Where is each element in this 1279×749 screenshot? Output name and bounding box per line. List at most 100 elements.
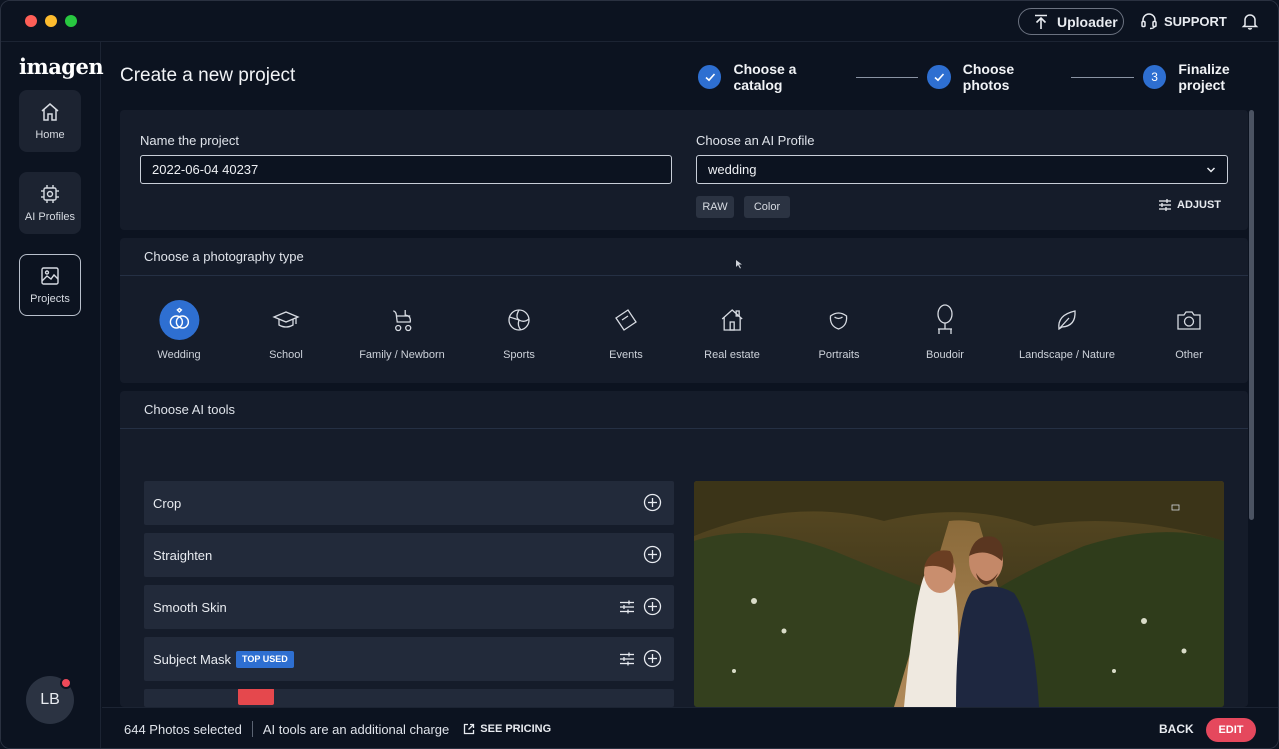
tool-row-subject-mask[interactable]: Subject Mask TOP USED bbox=[144, 637, 674, 681]
tool-label: Subject Mask bbox=[153, 651, 232, 667]
support-button[interactable]: SUPPORT bbox=[1140, 9, 1227, 33]
photography-type-panel: Choose a photography type Wedding School… bbox=[120, 238, 1248, 383]
bottom-bar: 644 Photos selected AI tools are an addi… bbox=[102, 707, 1278, 748]
type-school[interactable]: School bbox=[266, 300, 306, 361]
add-circle-icon[interactable] bbox=[643, 493, 662, 512]
adjust-button[interactable]: ADJUST bbox=[1158, 198, 1221, 212]
tool-row-straighten[interactable]: Straighten bbox=[144, 533, 674, 577]
check-icon bbox=[698, 65, 722, 89]
ticket-icon bbox=[606, 300, 646, 340]
uploader-label: Uploader bbox=[1057, 13, 1118, 30]
notification-dot bbox=[60, 677, 72, 689]
tool-label: Crop bbox=[153, 495, 182, 511]
type-label: Boudoir bbox=[926, 349, 964, 361]
title-bar: Uploader SUPPORT bbox=[1, 1, 1278, 42]
type-sports[interactable]: Sports bbox=[499, 300, 539, 361]
type-label: Family / Newborn bbox=[359, 349, 445, 361]
type-family-newborn[interactable]: Family / Newborn bbox=[359, 300, 445, 361]
progress-stepper: Choose a catalog Choose photos 3 Finaliz… bbox=[698, 61, 1278, 93]
sidebar-item-label: AI Profiles bbox=[24, 211, 76, 223]
sliders-icon bbox=[1159, 199, 1171, 211]
stroller-icon bbox=[382, 300, 422, 340]
add-circle-icon[interactable] bbox=[643, 649, 662, 668]
app-window: Uploader SUPPORT imagen Home AI Profiles… bbox=[0, 0, 1279, 749]
divider bbox=[251, 721, 253, 737]
chevron-down-icon bbox=[1206, 167, 1216, 173]
mouse-cursor-icon bbox=[736, 260, 742, 269]
add-circle-icon[interactable] bbox=[643, 597, 662, 616]
rings-icon bbox=[159, 300, 199, 340]
step-connector bbox=[855, 76, 919, 78]
ai-profile-label: Choose an AI Profile bbox=[696, 133, 815, 148]
sidebar-item-label: Projects bbox=[30, 293, 70, 305]
photos-selected-count: 644 Photos selected bbox=[124, 721, 242, 737]
ai-tools-header: Choose AI tools bbox=[120, 391, 1248, 429]
sidebar-item-label: Home bbox=[35, 129, 65, 141]
charge-note: AI tools are an additional charge bbox=[262, 721, 450, 737]
see-pricing-link[interactable]: SEE PRICING bbox=[463, 723, 551, 735]
photography-type-header: Choose a photography type bbox=[120, 238, 1248, 276]
upload-icon bbox=[1035, 14, 1047, 29]
tool-label: Smooth Skin bbox=[153, 599, 227, 615]
scrollbar[interactable] bbox=[1249, 110, 1254, 520]
sidebar-item-home[interactable]: Home bbox=[19, 90, 81, 152]
type-boudoir[interactable]: Boudoir bbox=[925, 300, 965, 361]
close-window-button[interactable] bbox=[25, 15, 37, 27]
tool-badge bbox=[238, 689, 274, 705]
project-name-label: Name the project bbox=[140, 133, 239, 148]
check-icon bbox=[927, 65, 951, 89]
ai-profile-value: wedding bbox=[708, 162, 757, 177]
step-label: Finalize project bbox=[1178, 61, 1230, 93]
type-label: Wedding bbox=[157, 349, 201, 361]
tool-label: Straighten bbox=[153, 547, 213, 563]
type-label: Portraits bbox=[818, 349, 860, 361]
support-label: SUPPORT bbox=[1164, 13, 1227, 29]
mirror-icon bbox=[925, 300, 965, 340]
type-portraits[interactable]: Portraits bbox=[818, 300, 860, 361]
ai-tools-panel: Choose AI tools Crop Straighten Smooth S… bbox=[120, 391, 1248, 707]
sidebar-item-projects[interactable]: Projects bbox=[19, 254, 81, 316]
preview-image bbox=[694, 481, 1224, 707]
external-link-icon bbox=[464, 723, 475, 735]
headset-icon bbox=[1141, 13, 1157, 30]
tool-row-partial[interactable] bbox=[144, 689, 674, 707]
leaf-icon bbox=[1047, 300, 1087, 340]
house-icon bbox=[712, 300, 752, 340]
raw-chip: RAW bbox=[696, 196, 734, 218]
project-settings-panel: Name the project 2022-06-04 40237 Choose… bbox=[120, 110, 1248, 230]
type-real-estate[interactable]: Real estate bbox=[704, 300, 760, 361]
page-title: Create a new project bbox=[120, 65, 296, 86]
type-label: Events bbox=[609, 349, 643, 361]
step-label: Choose a catalog bbox=[733, 61, 797, 93]
step-number: 3 bbox=[1142, 65, 1167, 89]
camera-icon bbox=[1169, 300, 1209, 340]
back-button[interactable]: BACK bbox=[1159, 722, 1194, 736]
type-wedding[interactable]: Wedding bbox=[157, 300, 201, 361]
minimize-window-button[interactable] bbox=[45, 15, 57, 27]
type-events[interactable]: Events bbox=[606, 300, 646, 361]
portrait-icon bbox=[819, 300, 859, 340]
type-label: Real estate bbox=[704, 349, 760, 361]
sliders-icon[interactable] bbox=[619, 651, 635, 667]
bell-icon[interactable] bbox=[1241, 12, 1259, 30]
tool-row-crop[interactable]: Crop bbox=[144, 481, 674, 525]
ai-chip-icon bbox=[41, 185, 59, 203]
top-used-badge: TOP USED bbox=[236, 650, 294, 668]
projects-icon bbox=[41, 267, 59, 285]
add-circle-icon[interactable] bbox=[643, 545, 662, 564]
type-label: Landscape / Nature bbox=[1018, 349, 1116, 361]
project-name-input[interactable]: 2022-06-04 40237 bbox=[140, 155, 672, 184]
step-label: Choose photos bbox=[962, 61, 1015, 93]
type-label: School bbox=[269, 349, 303, 361]
ai-profile-select[interactable]: wedding bbox=[696, 155, 1228, 184]
see-pricing-label: SEE PRICING bbox=[480, 723, 552, 735]
sidebar-item-ai-profiles[interactable]: AI Profiles bbox=[19, 172, 81, 234]
edit-button[interactable]: EDIT bbox=[1206, 718, 1256, 742]
uploader-button[interactable]: Uploader bbox=[1018, 8, 1124, 35]
maximize-window-button[interactable] bbox=[65, 15, 77, 27]
tool-row-smooth-skin[interactable]: Smooth Skin bbox=[144, 585, 674, 629]
sliders-icon[interactable] bbox=[619, 599, 635, 615]
type-other[interactable]: Other bbox=[1169, 300, 1209, 361]
color-chip: Color bbox=[744, 196, 790, 218]
type-landscape-nature[interactable]: Landscape / Nature bbox=[1019, 300, 1115, 361]
